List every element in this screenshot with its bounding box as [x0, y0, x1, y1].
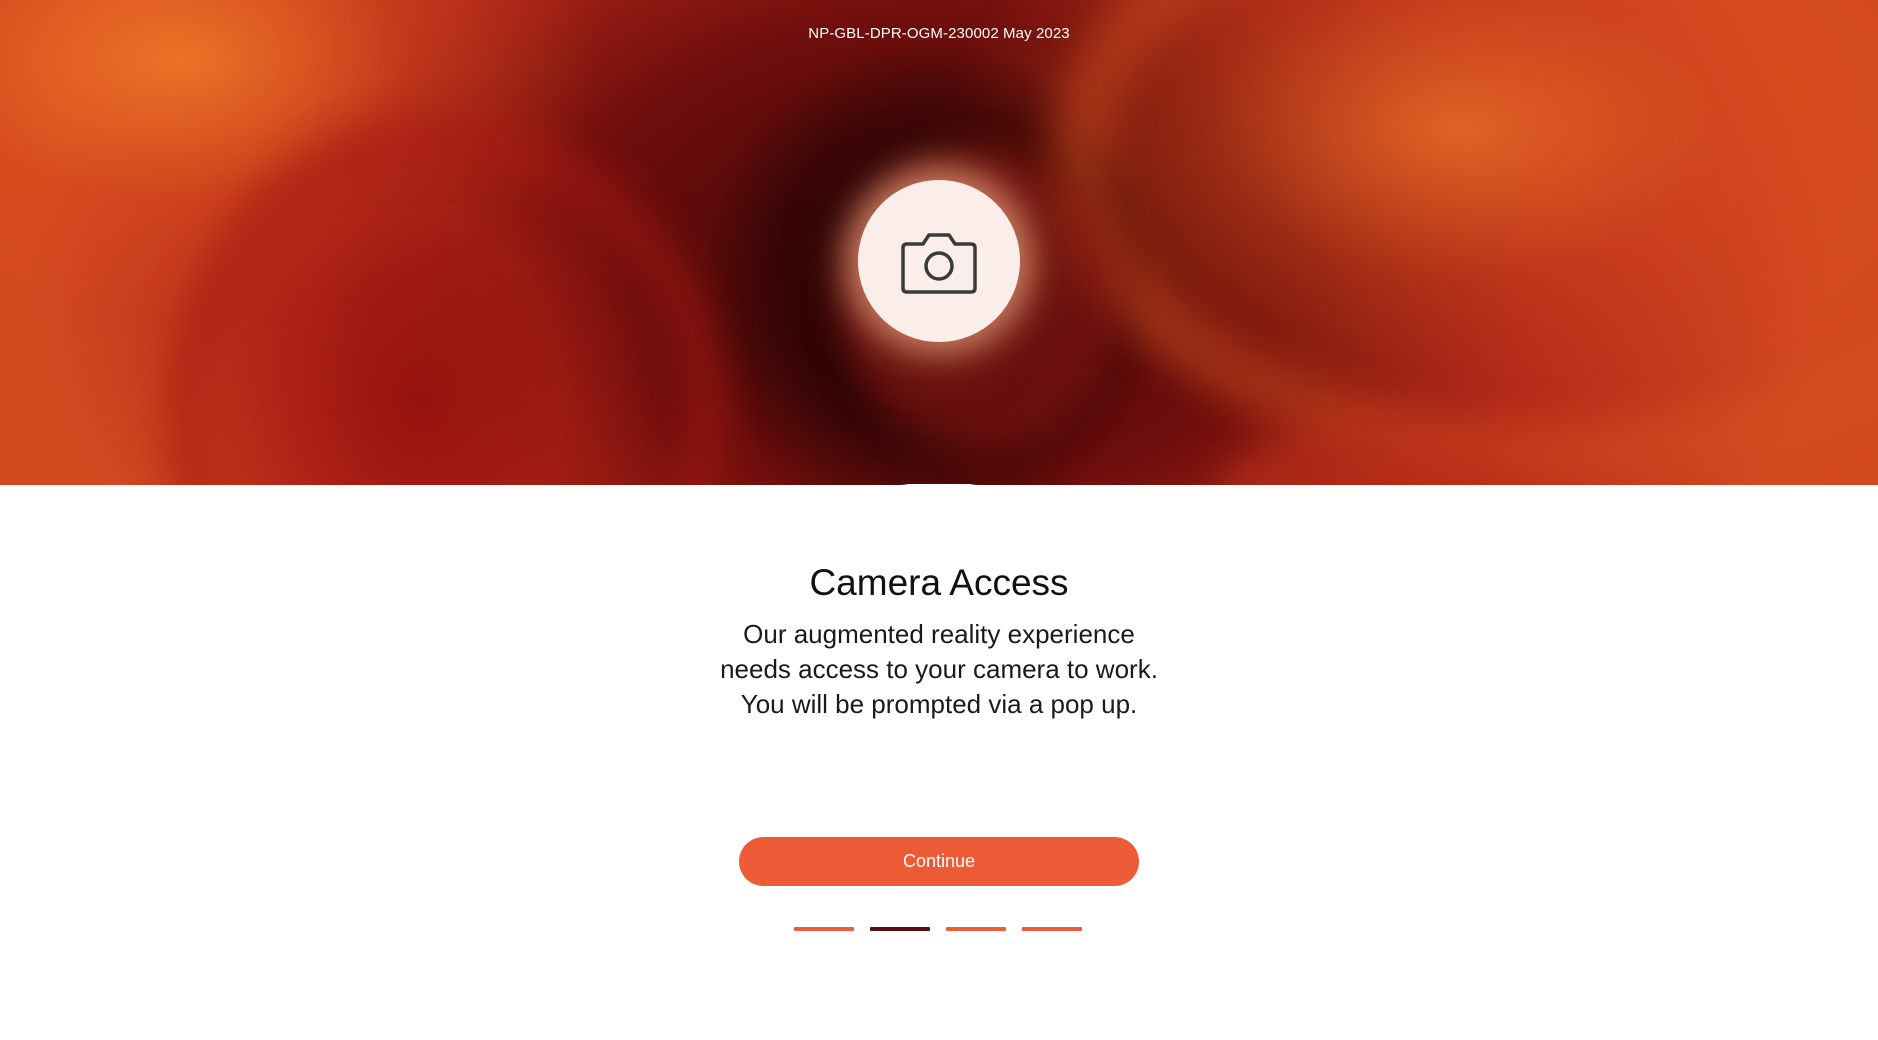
- page-title: Camera Access: [809, 562, 1069, 603]
- camera-access-content: Camera Access Our augmented reality expe…: [0, 555, 1878, 722]
- step-indicator-item[interactable]: [946, 927, 1006, 931]
- step-indicator-item[interactable]: [794, 927, 854, 931]
- camera-access-page: NP-GBL-DPR-OGM-230002 May 2023 Camera Ac…: [0, 0, 1878, 1040]
- step-indicator: [794, 927, 1084, 931]
- camera-icon-circle: [858, 180, 1020, 342]
- hero-swirl: [165, 120, 725, 485]
- hero-swirl: [1050, 0, 1878, 480]
- continue-button[interactable]: Continue: [739, 837, 1139, 886]
- hero-notch: [899, 484, 979, 520]
- camera-access-description: Our augmented reality experience needs a…: [720, 619, 1158, 719]
- hero-background: NP-GBL-DPR-OGM-230002 May 2023: [0, 0, 1878, 485]
- reference-code: NP-GBL-DPR-OGM-230002 May 2023: [808, 25, 1070, 42]
- camera-icon: [901, 233, 977, 294]
- step-indicator-item[interactable]: [1022, 927, 1082, 931]
- step-indicator-item-active[interactable]: [870, 927, 930, 931]
